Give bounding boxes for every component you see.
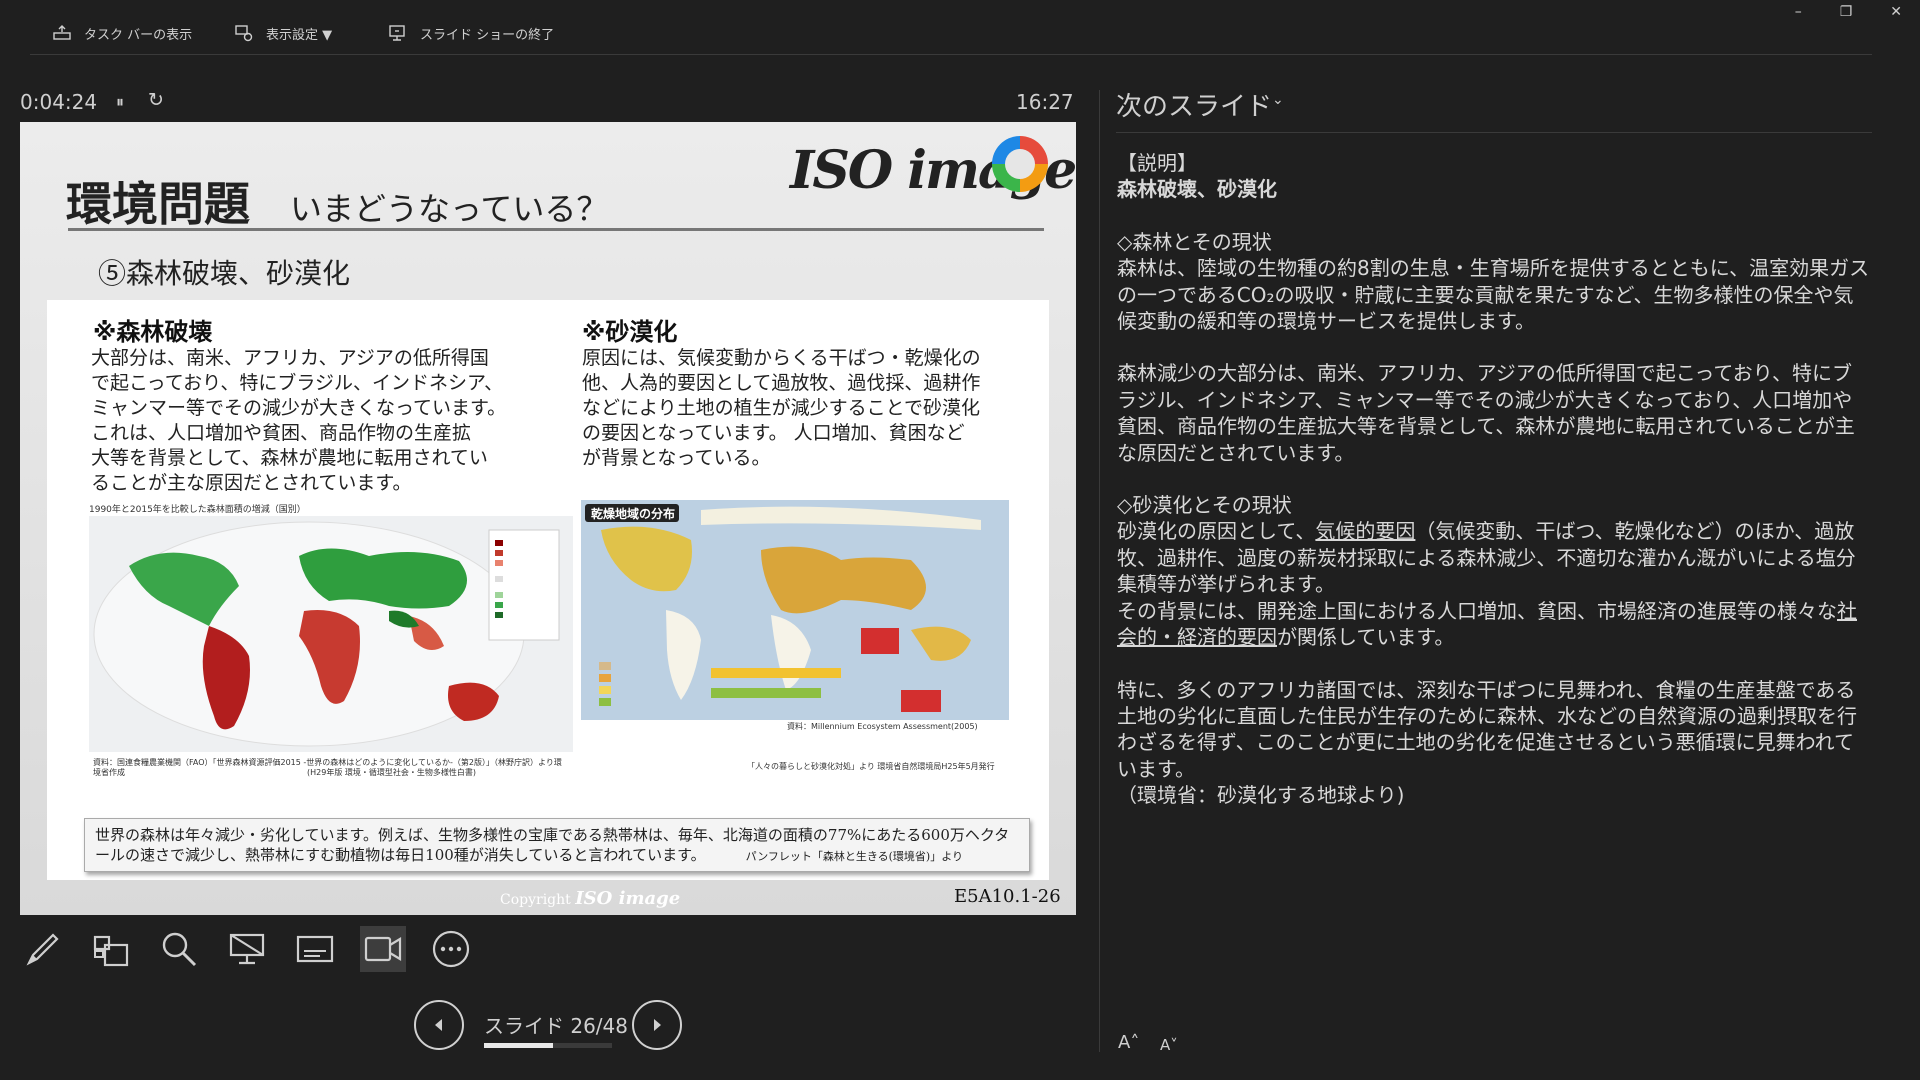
slide-title: 環境問題 xyxy=(66,177,250,231)
black-screen-icon xyxy=(229,933,265,965)
slide-copyright: Copyright ISO image xyxy=(500,888,681,909)
restore-button[interactable]: ❐ xyxy=(1840,4,1853,20)
forest-change-map xyxy=(89,516,573,752)
notes-para: 森林減少の大部分は、南米、アフリカ、アジアの低所得国で起こっており、特にブラジル… xyxy=(1117,361,1855,465)
more-options-button[interactable] xyxy=(428,926,474,972)
reset-timer-icon[interactable]: ↻ xyxy=(148,89,164,111)
presenter-toolbar: タスク バーの表示 表示設定 ▼ スライド ショーの終了 – ❐ ✕ xyxy=(0,0,1920,64)
notes-para: ◇砂漠化とその現状 xyxy=(1117,493,1292,518)
zoom-icon xyxy=(162,932,197,967)
chevron-down-icon[interactable]: ⌄ xyxy=(1272,92,1284,108)
elapsed-timer: 0:04:24 xyxy=(20,90,98,114)
chevron-left-icon xyxy=(435,1019,442,1031)
speaker-notes[interactable]: 【説明】 森林破壊、砂漠化 ◇森林とその現状 森林は、陸域の生物種の約8割の生息… xyxy=(1117,150,1871,809)
drylands-map-label: 乾燥地域の分布 xyxy=(591,507,676,521)
subtitles-button[interactable] xyxy=(292,926,338,972)
notes-para: 特に、多くのアフリカ諸国では、深刻な干ばつに見舞われ、食糧の生産基盤である土地の… xyxy=(1117,677,1857,781)
drylands-map-source: 資料：Millennium Ecosystem Assessment(2005) xyxy=(787,722,978,731)
notes-para: 森林破壊、砂漠化 xyxy=(1117,177,1277,202)
subtitles-icon xyxy=(296,935,334,963)
note-source: パンフレット「森林と生きる(環境省)」より xyxy=(745,850,964,863)
notes-para: 森林は、陸域の生物種の約8割の生息・生育場所を提供するとともに、温室効果ガスの一… xyxy=(1117,256,1870,334)
display-settings-label: 表示設定 ▼ xyxy=(266,27,333,43)
black-screen-button[interactable] xyxy=(224,926,270,972)
forest-map-caption: 1990年と2015年を比較した森林面積の増減（国別） xyxy=(89,505,306,515)
desertification-heading: ※砂漠化 xyxy=(582,318,678,346)
increase-font-button[interactable]: A˄ xyxy=(1118,1032,1139,1053)
drylands-map: 乾燥地域の分布 xyxy=(581,500,1009,720)
slide-heading: ⑤森林破壊、砂漠化 xyxy=(98,257,351,290)
more-icon xyxy=(432,930,470,968)
panel-divider[interactable] xyxy=(1099,90,1100,1052)
display-settings-button[interactable]: 表示設定 ▼ xyxy=(234,20,332,46)
notes-divider xyxy=(1116,132,1872,133)
minimize-button[interactable]: – xyxy=(1795,4,1802,20)
zoom-button[interactable] xyxy=(156,926,202,972)
slide-note-box: 世界の森林は年々減少・劣化しています。例えば、生物多様性の宝庫である熱帯林は、毎… xyxy=(84,818,1030,872)
current-time: 16:27 xyxy=(1016,90,1074,114)
slide-code: E5A10.1-26 xyxy=(954,886,1061,907)
drylands-map-source-2: 「人々の暮らしと砂漠化対処」より 環境省自然環境局H25年5月発行 xyxy=(747,762,995,771)
close-button[interactable]: ✕ xyxy=(1890,4,1902,20)
deforestation-heading: ※森林破壊 xyxy=(93,318,213,346)
notes-para: その背景には、開発途上国における人口増加、貧困、市場経済の進展等の様々な社会的・… xyxy=(1117,598,1857,650)
notes-para: ◇森林とその現状 xyxy=(1117,229,1272,254)
show-taskbar-button[interactable]: タスク バーの表示 xyxy=(52,20,192,46)
pen-icon xyxy=(26,933,59,966)
slide-title-rule xyxy=(68,228,1044,231)
pen-tool-button[interactable] xyxy=(20,926,66,972)
window-controls: – ❐ ✕ xyxy=(1795,4,1902,20)
slide-subtitle: いまどうなっている？ xyxy=(290,190,609,228)
end-slideshow-icon xyxy=(389,25,405,41)
desertification-text: 原因には、気候変動からくる干ばつ・乾燥化の 他、人為的要因として過放牧、過伐採、過… xyxy=(582,347,981,469)
slide-content-panel: ※森林破壊 大部分は、南米、アフリカ、アジアの低所得国 で起こっており、特にブラジ… xyxy=(47,300,1049,880)
gallery-icon xyxy=(93,935,129,967)
slide-progress-fill xyxy=(484,1043,554,1048)
deforestation-text: 大部分は、南米、アフリカ、アジアの低所得国 で起こっており、特にブラジル、インドネ… xyxy=(91,347,507,494)
end-slideshow-button[interactable]: スライド ショーの終了 xyxy=(388,20,554,46)
toolbar-divider xyxy=(30,54,1872,55)
slide-progress-bar xyxy=(484,1043,612,1048)
see-all-slides-button[interactable] xyxy=(88,926,134,972)
forest-map-source-2: (H29年版 環境・循環型社会・生物多様性白書) xyxy=(307,768,476,777)
taskbar-icon xyxy=(53,25,71,40)
camera-toggle-button[interactable] xyxy=(360,926,406,972)
pause-icon[interactable]: ⏸ xyxy=(116,92,124,112)
notes-para: 砂漠化の原因として、気候的要因（気候変動、干ばつ、乾燥化など）のほか、過放牧、過… xyxy=(1117,519,1856,597)
previous-slide-button[interactable] xyxy=(414,1000,464,1050)
show-taskbar-label: タスク バーの表示 xyxy=(84,27,193,43)
chevron-right-icon xyxy=(654,1019,661,1031)
camera-icon xyxy=(364,936,402,962)
decrease-font-button[interactable]: A˅ xyxy=(1160,1036,1178,1054)
display-settings-icon xyxy=(235,25,253,42)
next-slide-title[interactable]: 次のスライド xyxy=(1116,86,1272,123)
logo-ring-icon xyxy=(992,136,1048,192)
next-slide-button[interactable] xyxy=(632,1000,682,1050)
current-slide[interactable]: 環境問題 いまどうなっている？ ISO image ⑤森林破壊、砂漠化 ※森林破… xyxy=(20,122,1076,915)
notes-para: 【説明】 xyxy=(1117,151,1197,175)
notes-para: （環境省：砂漠化する地球より) xyxy=(1117,783,1405,808)
slide-counter[interactable]: スライド 26/48 xyxy=(484,1010,628,1039)
end-slideshow-label: スライド ショーの終了 xyxy=(420,27,555,43)
